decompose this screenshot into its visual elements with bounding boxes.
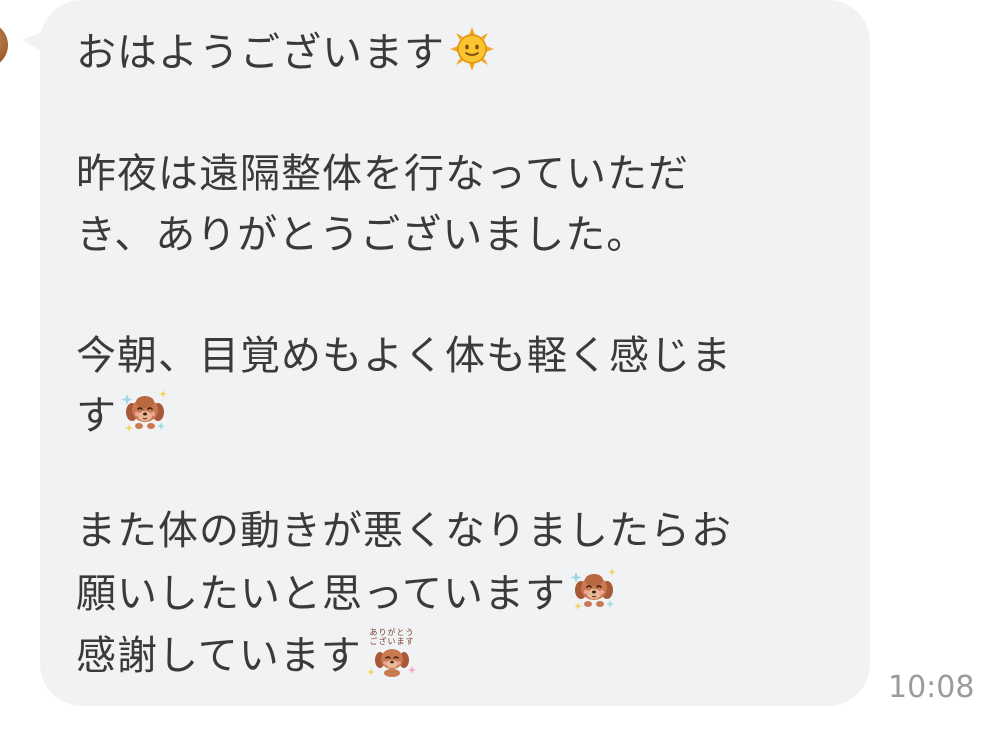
sender-avatar[interactable] xyxy=(0,22,8,68)
message-timestamp: 10:08 xyxy=(888,670,975,705)
message-line-3: き、ありがとうございました。 xyxy=(76,210,647,260)
message-text: おはようございます xyxy=(76,30,445,76)
message-line-7: 願いしたいと思っています xyxy=(76,566,618,617)
message-line-8: 感謝しています ありがとう ございます xyxy=(76,626,418,679)
message-line-2: 昨夜は遠隔整体を行なっていただ xyxy=(76,149,689,199)
sticker-thank-you-text: ありがとう xyxy=(369,627,414,637)
message-text: 感謝しています xyxy=(76,633,362,679)
message-line-4: 今朝、目覚めもよく体も軽く感じま xyxy=(76,331,732,381)
message-text: 今朝、目覚めもよく体も軽く感じま xyxy=(76,333,732,379)
sun-face-icon xyxy=(449,26,495,84)
happy-dog-sparkle-sticker-icon xyxy=(570,566,618,626)
happy-dog-sparkle-sticker-icon xyxy=(121,388,169,448)
dog-thank-you-sticker-icon: ありがとう ございます xyxy=(366,626,418,690)
message-line-1: おはようございます xyxy=(76,26,495,76)
message-line-6: また体の動きが悪くなりましたらお xyxy=(76,506,732,556)
message-text: 願いしたいと思っています xyxy=(76,571,566,617)
message-text: また体の動きが悪くなりましたらお xyxy=(76,508,732,554)
message-line-5: す xyxy=(76,388,169,439)
message-text: 昨夜は遠隔整体を行なっていただ xyxy=(76,151,689,197)
message-text: き、ありがとうございました。 xyxy=(76,212,648,258)
sticker-thank-you-text-2: ございます xyxy=(369,636,414,646)
message-text: す xyxy=(76,393,117,439)
